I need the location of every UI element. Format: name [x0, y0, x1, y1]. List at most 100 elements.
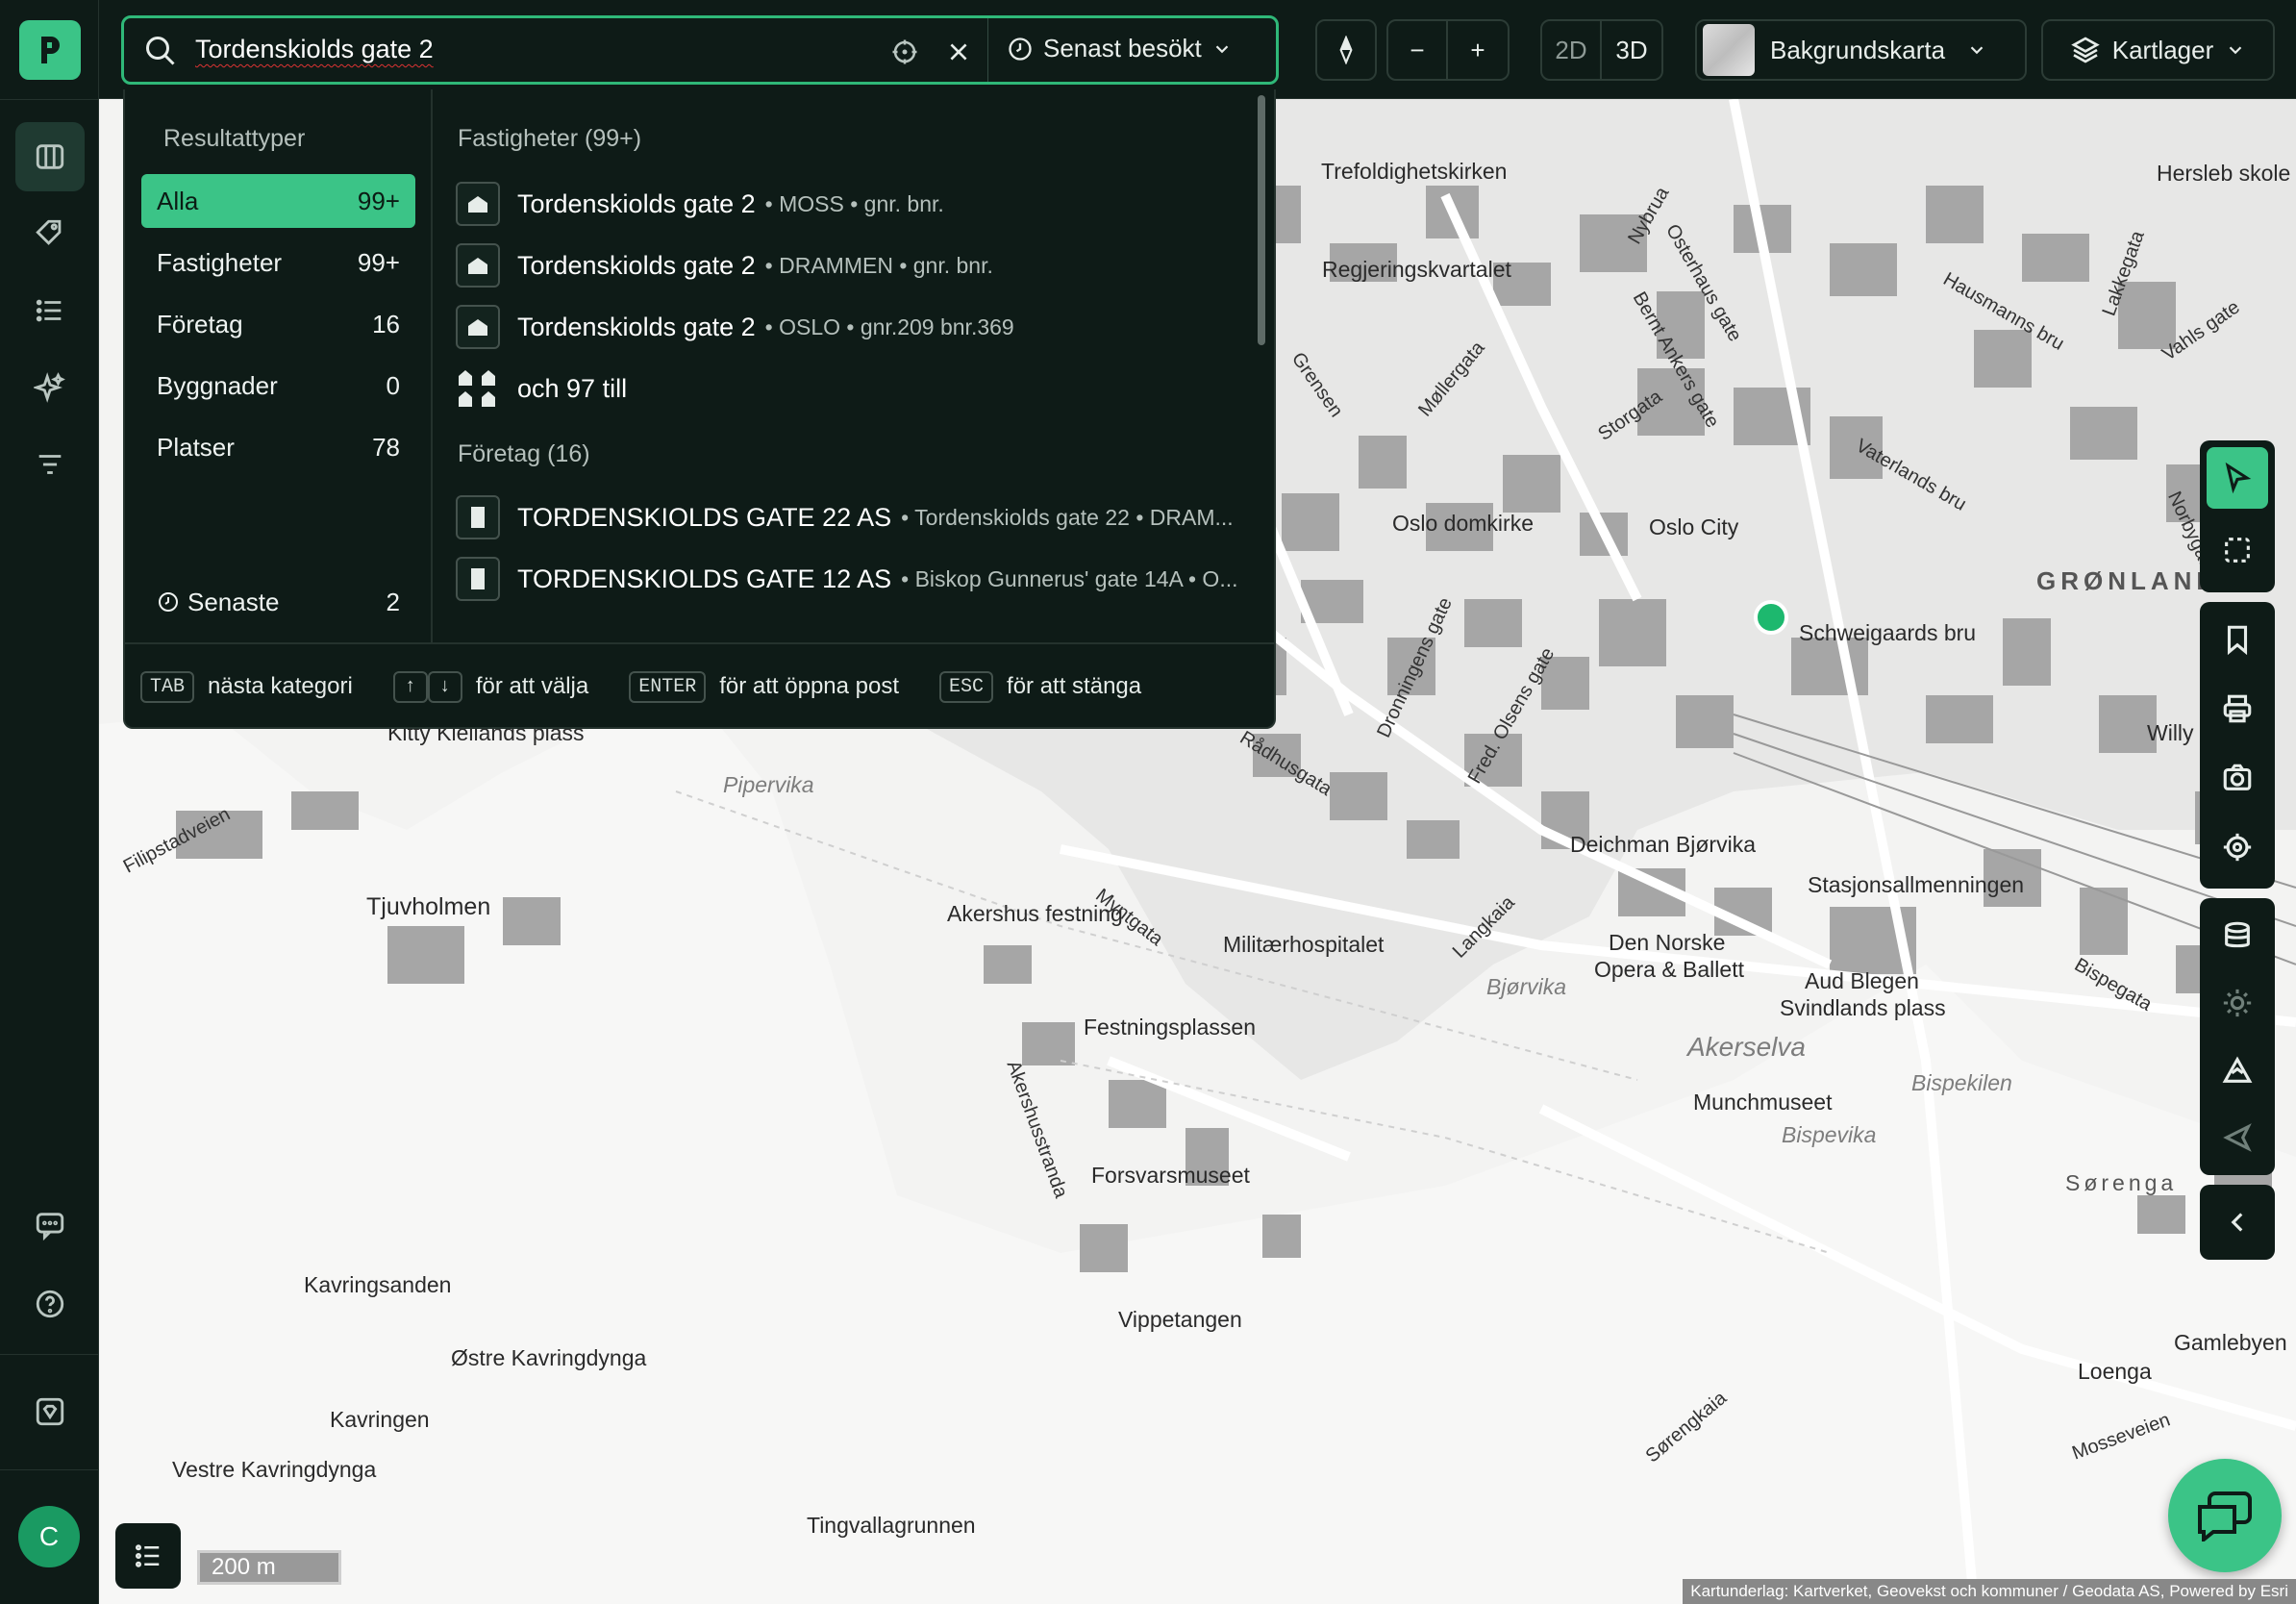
legend-icon	[135, 1544, 160, 1567]
bookmark-button[interactable]	[2207, 609, 2268, 670]
chat-icon	[2198, 1491, 2252, 1541]
hint-text: för att stänga	[1007, 673, 1142, 699]
top-toolbar: Tordenskiolds gate 2 Senast besökt − + 2…	[99, 0, 2296, 99]
terrain-button[interactable]	[2207, 1040, 2268, 1101]
chat-button[interactable]	[2168, 1459, 2282, 1572]
database-button[interactable]	[2207, 905, 2268, 966]
sun-button[interactable]	[2207, 972, 2268, 1034]
sidebar-filter-button[interactable]	[15, 430, 85, 499]
property-icon	[456, 305, 500, 349]
keyboard-hints: TAB nästa kategori ↑ ↓ för att välja ENT…	[125, 642, 1274, 727]
result-title: TORDENSKIOLDS GATE 12 AS	[517, 564, 892, 593]
recent-visited-dropdown[interactable]: Senast besökt	[1007, 34, 1233, 63]
category-properties[interactable]: Fastigheter 99+	[141, 236, 415, 289]
map-label: Bispevika	[1782, 1122, 1877, 1147]
sidebar-feedback-button[interactable]	[15, 1190, 85, 1260]
map-label: Den Norske	[1609, 930, 1726, 955]
sidebar-help-button[interactable]	[15, 1269, 85, 1339]
sidebar-ai-button[interactable]	[15, 353, 85, 422]
map-label: Kavringsanden	[304, 1272, 452, 1297]
search-input[interactable]: Tordenskiolds gate 2	[195, 35, 434, 64]
category-all[interactable]: Alla 99+	[141, 174, 415, 228]
map-label: Opera & Ballett	[1594, 957, 1744, 982]
screenshot-button[interactable]	[2207, 747, 2268, 809]
sidebar-list-button[interactable]	[15, 276, 85, 345]
company-result[interactable]: TORDENSKIOLDS GATE 12 AS • Biskop Gunner…	[456, 555, 1238, 603]
app-logo-icon[interactable]	[19, 20, 81, 80]
close-icon	[950, 43, 967, 61]
map-label: Akerselva	[1687, 1032, 1806, 1062]
collapse-toolbar-button[interactable]	[2207, 1191, 2268, 1253]
sidebar-map-button[interactable]	[15, 122, 85, 191]
result-types-heading: Resultattyper	[163, 125, 306, 152]
print-button[interactable]	[2207, 678, 2268, 739]
result-type-list: Resultattyper Alla 99+ Fastigheter 99+ F…	[125, 89, 433, 642]
sidebar-tags-button[interactable]	[15, 199, 85, 268]
view-2d-label: 2D	[1555, 35, 1587, 64]
locate-search-button[interactable]	[887, 35, 922, 69]
map-label: Bispekilen	[1911, 1070, 2012, 1095]
basemap-thumbnail	[1703, 24, 1755, 76]
map-label: Militærhospitalet	[1223, 932, 1385, 957]
map-label: Tingvallagrunnen	[807, 1513, 976, 1538]
tab-key: TAB	[140, 670, 195, 703]
map-label: Vippetangen	[1118, 1307, 1242, 1332]
category-label: Företag	[157, 309, 243, 338]
up-key: ↑	[392, 670, 428, 703]
view-3d-button[interactable]: 3D	[1602, 19, 1663, 81]
crosshair-icon	[892, 39, 917, 64]
result-title: Tordenskiolds gate 2	[517, 250, 756, 280]
category-recent[interactable]: Senaste 2	[141, 575, 415, 629]
property-result[interactable]: Tordenskiolds gate 2 • OSLO • gnr.209 bn…	[456, 303, 1014, 351]
category-buildings[interactable]: Byggnader 0	[141, 359, 415, 413]
help-icon	[36, 1290, 64, 1318]
map-label: Østre Kavringdynga	[451, 1345, 647, 1370]
result-list: Fastigheter (99+) Tordenskiolds gate 2 •…	[435, 89, 1271, 642]
navigate-button[interactable]	[2207, 1107, 2268, 1168]
category-count: 99+	[357, 186, 400, 215]
property-result[interactable]: Tordenskiolds gate 2 • MOSS • gnr. bnr.	[456, 180, 944, 228]
basemap-dropdown[interactable]: Bakgrundskarta	[1695, 19, 2027, 81]
map-actions	[2200, 602, 2275, 889]
zoom-in-button[interactable]: +	[1448, 19, 1510, 81]
map-icon	[36, 144, 64, 169]
results-scrollbar[interactable]	[1258, 95, 1265, 345]
category-places[interactable]: Platser 78	[141, 420, 415, 474]
legend-button[interactable]	[115, 1523, 181, 1589]
user-avatar[interactable]: C	[18, 1506, 80, 1567]
sparkle-icon	[34, 372, 65, 403]
down-key: ↓	[427, 670, 462, 703]
result-subtitle: • MOSS • gnr. bnr.	[764, 190, 944, 216]
zoom-out-button[interactable]: −	[1386, 19, 1448, 81]
navigate-icon	[2223, 1123, 2252, 1152]
search-icon	[146, 37, 175, 65]
clear-search-button[interactable]	[941, 35, 976, 69]
view-2d-button[interactable]: 2D	[1540, 19, 1602, 81]
clock-icon	[159, 592, 178, 612]
property-icon	[456, 243, 500, 288]
hint-text: nästa kategori	[208, 673, 353, 699]
more-properties-link[interactable]: och 97 till	[456, 364, 627, 413]
chevron-down-icon	[1215, 44, 1229, 53]
layers-dropdown[interactable]: Kartlager	[2041, 19, 2275, 81]
locate-me-button[interactable]	[2207, 816, 2268, 878]
map-label: Willy	[2147, 720, 2194, 745]
property-result[interactable]: Tordenskiolds gate 2 • DRAMMEN • gnr. bn…	[456, 241, 993, 289]
map-label: Oslo domkirke	[1392, 511, 1534, 536]
chevron-down-icon	[1970, 46, 1984, 55]
premium-icon	[36, 1397, 64, 1426]
compass-button[interactable]	[1315, 19, 1377, 81]
company-result[interactable]: TORDENSKIOLDS GATE 22 AS • Tordenskiolds…	[456, 493, 1234, 541]
result-subtitle: • OSLO • gnr.209 bnr.369	[764, 313, 1014, 339]
filter-icon	[38, 455, 62, 474]
category-companies[interactable]: Företag 16	[141, 297, 415, 351]
result-subtitle: • DRAMMEN • gnr. bnr.	[764, 252, 993, 278]
select-area-button[interactable]	[2207, 519, 2268, 581]
companies-heading: Företag (16)	[458, 440, 590, 467]
scale-bar: 200 m	[197, 1550, 341, 1585]
sidebar-premium-button[interactable]	[15, 1377, 85, 1446]
map-label: Regjeringskvartalet	[1322, 257, 1511, 282]
search-box[interactable]: Tordenskiolds gate 2 Senast besökt	[121, 15, 1279, 85]
company-icon	[456, 495, 500, 539]
pointer-tool-button[interactable]	[2207, 447, 2268, 509]
